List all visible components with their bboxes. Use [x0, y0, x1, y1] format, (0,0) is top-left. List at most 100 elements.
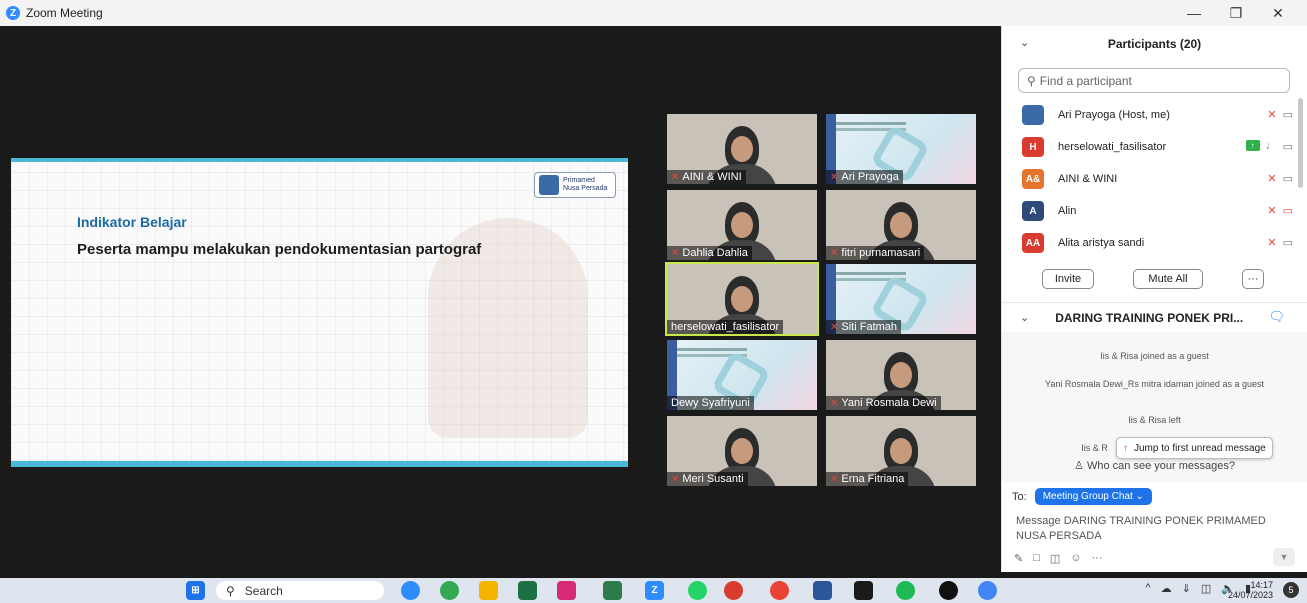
muted-mic-icon[interactable]: ✕	[1267, 204, 1276, 217]
tray-expand-icon[interactable]: ^	[1145, 582, 1150, 595]
shared-screen-slide: Primamed Nusa Persada Indikator Belajar …	[11, 158, 628, 467]
more-icon[interactable]: ···	[1092, 552, 1103, 565]
chat-message-input[interactable]: Message DARING TRAINING PONEK PRIMAMED N…	[1016, 514, 1296, 544]
file-icon[interactable]: ◫	[1050, 552, 1060, 565]
whatsapp-icon[interactable]	[688, 581, 707, 600]
meeting-stage: Primamed Nusa Persada Indikator Belajar …	[5, 26, 998, 572]
jump-to-unread-button[interactable]: ↑ Jump to first unread message	[1116, 437, 1273, 459]
participant-status-icons: ↑ ♩ ▭	[1245, 140, 1293, 153]
participant-name: Alita aristya sandi	[1058, 237, 1145, 249]
video-tile[interactable]: Dewy Syafriyuni	[667, 340, 817, 410]
muted-mic-icon: ✕	[830, 474, 839, 485]
tile-participant-name: Ari Prayoga	[841, 171, 899, 183]
instagram-icon[interactable]	[557, 581, 576, 600]
usb-icon[interactable]: ⇓	[1182, 582, 1191, 595]
video-tile[interactable]: ✕ Dahlia Dahlia	[667, 190, 817, 260]
mute-all-button[interactable]: Mute All	[1133, 269, 1203, 289]
camera-icon[interactable]: ▭	[1283, 172, 1293, 185]
participant-row[interactable]: Ari Prayoga (Host, me) ✕ ▭	[1002, 99, 1307, 131]
chrome-app-icon[interactable]	[978, 581, 997, 600]
cloud-icon[interactable]: ☁	[1161, 582, 1172, 595]
tile-participant-name: herselowati_fasilisator	[671, 321, 780, 333]
emoji-icon[interactable]: ☺	[1070, 552, 1081, 565]
screenshot-icon[interactable]: □	[1033, 552, 1040, 565]
muted-mic-icon[interactable]: ✕	[1267, 172, 1276, 185]
video-tile[interactable]: ✕ fitri purnamasari	[826, 190, 976, 260]
sticky-notes-icon[interactable]	[854, 581, 873, 600]
send-button[interactable]: ▼	[1273, 548, 1295, 566]
invite-button[interactable]: Invite	[1042, 269, 1094, 289]
participant-scrollbar[interactable]	[1298, 98, 1303, 188]
participant-row[interactable]: AA Alita aristya sandi ✕ ▭	[1002, 227, 1307, 259]
spotify-icon[interactable]	[896, 581, 915, 600]
tile-name-label: ✕ Meri Susanti	[667, 472, 748, 486]
taskbar-clock[interactable]: 14:17 24/07/2023	[1228, 580, 1273, 600]
participant-status-icons: ✕ ▭	[1267, 108, 1293, 121]
chat-system-message: Iis & Risa left	[1128, 415, 1181, 425]
notepad-icon[interactable]	[603, 581, 622, 600]
taskbar-search[interactable]: ⚲ Search	[216, 581, 384, 600]
video-tile[interactable]: ✕ AINI & WINI	[667, 114, 817, 184]
recipient-dropdown[interactable]: Meeting Group Chat ⌄	[1034, 488, 1152, 505]
more-options-button[interactable]: ···	[1242, 269, 1264, 289]
window-title: Zoom Meeting	[26, 6, 103, 20]
windows-taskbar: ⊞ ⚲ Search Z ^ ☁ ⇓ ◫ 🔈 ▮ 14:17 24/07/202…	[0, 578, 1307, 603]
video-tile[interactable]: ✕ Siti Fatmah	[826, 264, 976, 334]
tile-person-face	[731, 212, 753, 238]
collapse-participants-chevron-icon[interactable]: ⌄	[1020, 36, 1029, 49]
video-tile[interactable]: ✕ Meri Susanti	[667, 416, 817, 486]
participant-row[interactable]: Hherselowati_fasilisator ↑ ♩ ▭	[1002, 131, 1307, 163]
restore-button[interactable]: ❐	[1215, 0, 1257, 26]
screen-share-icon: ↑	[1245, 140, 1260, 151]
muted-mic-icon: ✕	[830, 398, 839, 409]
participant-name: herselowati_fasilisator	[1058, 141, 1167, 153]
display-icon[interactable]: ◫	[1201, 582, 1211, 595]
video-tile[interactable]: ✕ Ari Prayoga	[826, 114, 976, 184]
powerpoint-icon[interactable]	[724, 581, 743, 600]
participant-row[interactable]: A Alin ✕ ▭	[1002, 195, 1307, 227]
clock-date: 24/07/2023	[1227, 590, 1273, 600]
minimize-button[interactable]: —	[1173, 0, 1215, 26]
participant-search-input[interactable]: ⚲ Find a participant	[1018, 68, 1290, 93]
primamed-logo-text: Primamed Nusa Persada	[563, 177, 608, 192]
muted-mic-icon: ✕	[671, 474, 680, 485]
who-can-see-messages-link[interactable]: ♙ Who can see your messages?	[1002, 459, 1307, 472]
camera-icon[interactable]: ▭	[1283, 108, 1293, 121]
muted-mic-icon[interactable]: ✕	[1267, 108, 1276, 121]
media-player-icon[interactable]	[939, 581, 958, 600]
primamed-logo-icon	[539, 175, 559, 195]
muted-mic-icon[interactable]: ✕	[1267, 236, 1276, 249]
mic-icon[interactable]: ♩	[1266, 140, 1277, 153]
participant-avatar: A	[1022, 201, 1044, 221]
chat-header: ⌄ DARING TRAINING PONEK PRI... 🗨	[1002, 302, 1307, 332]
tile-name-label: ✕ Ari Prayoga	[826, 170, 903, 184]
video-tile[interactable]: herselowati_fasilisator	[665, 262, 819, 336]
notification-badge[interactable]: 5	[1283, 582, 1299, 598]
format-icon[interactable]: ✎	[1014, 552, 1023, 565]
close-button[interactable]: ✕	[1257, 0, 1299, 26]
participant-avatar: AA	[1022, 233, 1044, 253]
start-icon[interactable]: ⊞	[186, 581, 205, 600]
muted-mic-icon: ✕	[830, 248, 839, 259]
video-tile[interactable]: ✕ Yani Rosmala Dewi	[826, 340, 976, 410]
camera-icon[interactable]: ▭	[1283, 236, 1293, 249]
collapse-chat-chevron-icon[interactable]: ⌄	[1020, 311, 1029, 324]
chat-title: DARING TRAINING PONEK PRI...	[1055, 310, 1244, 325]
file-explorer-icon[interactable]	[479, 581, 498, 600]
chat-tools: ✎ □ ◫ ☺ ···	[1014, 552, 1103, 565]
arrow-up-icon: ↑	[1123, 442, 1128, 454]
widgets-icon[interactable]	[401, 581, 420, 600]
excel-icon[interactable]	[518, 581, 537, 600]
muted-mic-icon: ✕	[830, 172, 839, 183]
zoom-taskbar-icon[interactable]: Z	[645, 581, 664, 600]
participant-row[interactable]: A& AINI & WINI ✕ ▭	[1002, 163, 1307, 195]
chrome-profile-icon[interactable]	[770, 581, 789, 600]
camera-icon[interactable]: ▭	[1283, 140, 1293, 153]
chat-system-message: Yani Rosmala Dewi_Rs mitra idaman joined…	[1045, 379, 1264, 389]
camera-off-icon[interactable]: ▭	[1283, 204, 1293, 217]
tile-participant-name: Meri Susanti	[682, 473, 744, 485]
word-icon[interactable]	[813, 581, 832, 600]
chrome-icon[interactable]	[440, 581, 459, 600]
chat-popout-icon[interactable]: 🗨	[1268, 309, 1285, 325]
window-titlebar: Z Zoom Meeting — ❐ ✕	[0, 0, 1307, 26]
